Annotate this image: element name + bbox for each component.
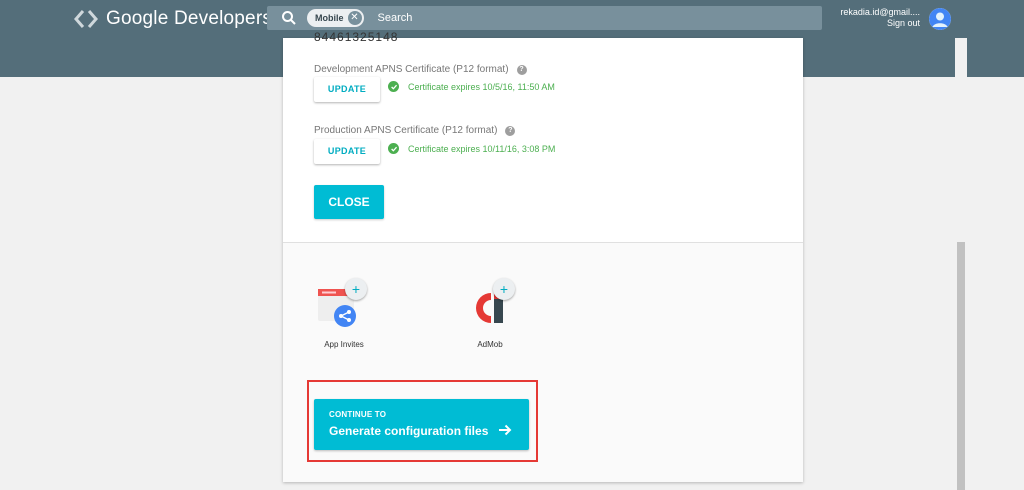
generate-config-label: Generate configuration files	[329, 424, 489, 438]
user-avatar-icon	[929, 8, 951, 30]
add-service-plus-icon[interactable]: +	[493, 278, 515, 300]
avatar[interactable]	[929, 8, 951, 30]
service-app-invites[interactable]: + App Invites	[316, 278, 372, 349]
service-tile: +	[467, 278, 515, 331]
continue-generate-config-button[interactable]: CONTINUE TO Generate configuration files	[314, 399, 529, 450]
search-input[interactable]: Search	[378, 12, 413, 24]
dev-cert-status: Certificate expires 10/5/16, 11:50 AM	[388, 81, 555, 92]
chip-close-icon[interactable]: ✕	[347, 11, 362, 25]
search-icon[interactable]	[281, 10, 297, 26]
add-service-plus-icon[interactable]: +	[345, 278, 367, 300]
service-tile: +	[316, 278, 372, 331]
dev-cert-label-text: Development APNS Certificate (P12 format…	[314, 64, 509, 75]
dev-cert-status-text: Certificate expires 10/5/16, 11:50 AM	[408, 81, 555, 92]
arrow-right-icon	[499, 424, 512, 436]
cut-off-text: 84461325148	[314, 30, 399, 44]
check-circle-icon	[388, 81, 399, 92]
prod-cert-status: Certificate expires 10/11/16, 3:08 PM	[388, 143, 555, 154]
dev-cert-label: Development APNS Certificate (P12 format…	[314, 64, 527, 75]
dev-cert-update-button[interactable]: UPDATE	[314, 77, 380, 102]
chip-label: Mobile	[315, 13, 344, 23]
continue-to-label: CONTINUE TO	[329, 410, 387, 419]
help-icon[interactable]: ?	[505, 125, 516, 136]
brand-name: Google Developers	[106, 8, 273, 29]
service-label: App Invites	[324, 340, 364, 349]
scrollbar-thumb[interactable]	[957, 242, 965, 490]
prod-cert-status-text: Certificate expires 10/11/16, 3:08 PM	[408, 143, 556, 154]
service-admob[interactable]: + AdMob	[467, 278, 515, 349]
prod-cert-update-button[interactable]: UPDATE	[314, 139, 380, 164]
prod-cert-label-text: Production APNS Certificate (P12 format)	[314, 125, 498, 136]
account-email: rekadia.id@gmail....	[840, 7, 920, 17]
help-icon[interactable]: ?	[516, 64, 527, 75]
search-filter-chip[interactable]: Mobile ✕	[307, 9, 364, 27]
sign-out-link[interactable]: Sign out	[840, 18, 920, 29]
search-bar[interactable]: Mobile ✕ Search	[267, 6, 822, 30]
developers-chevrons-icon	[74, 10, 98, 28]
google-developers-logo[interactable]: Google Developers	[74, 7, 272, 31]
account-info: rekadia.id@gmail.... Sign out	[840, 7, 920, 29]
check-circle-icon	[388, 143, 399, 154]
service-label: AdMob	[477, 340, 503, 349]
close-button[interactable]: CLOSE	[314, 185, 384, 219]
prod-cert-label: Production APNS Certificate (P12 format)…	[314, 125, 516, 136]
